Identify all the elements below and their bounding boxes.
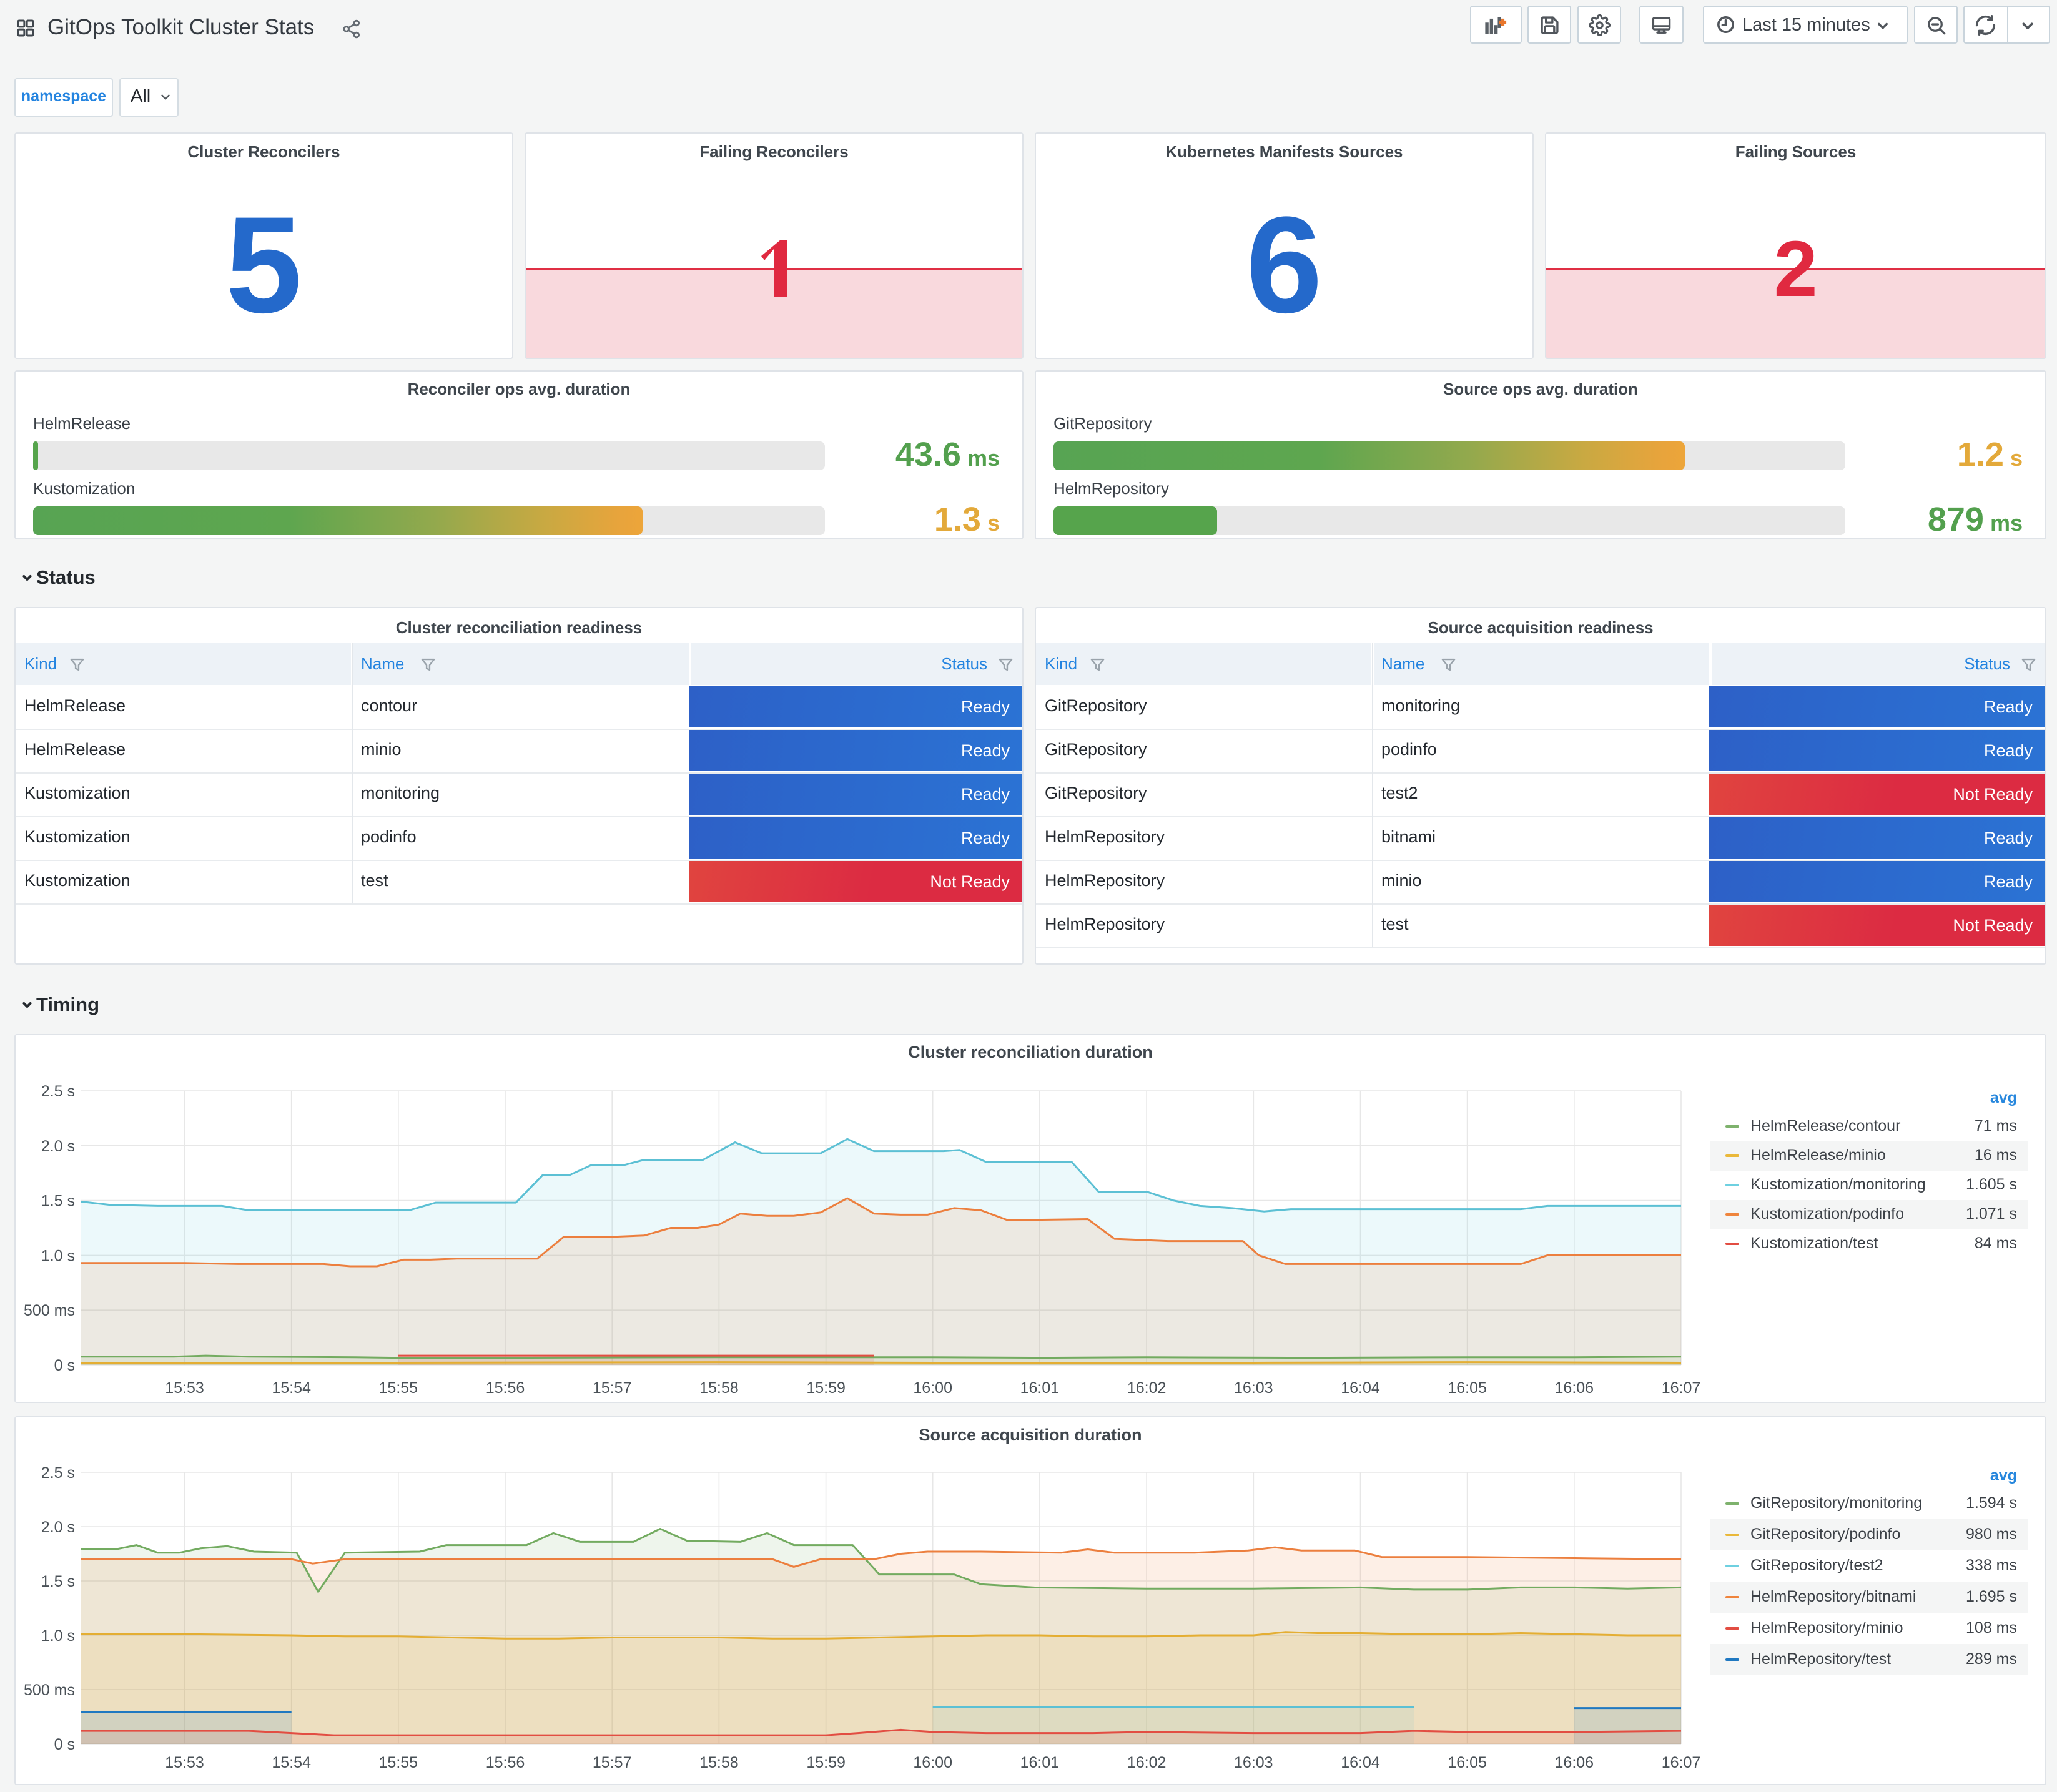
svg-text:15:58: 15:58 [699,1379,739,1397]
svg-text:16:03: 16:03 [1234,1754,1273,1771]
svg-text:2.0 s: 2.0 s [41,1519,75,1536]
svg-text:15:54: 15:54 [272,1379,311,1397]
svg-text:16:03: 16:03 [1234,1379,1273,1397]
svg-text:16:04: 16:04 [1341,1379,1380,1397]
svg-text:16:06: 16:06 [1555,1754,1594,1771]
svg-text:15:59: 15:59 [806,1754,846,1771]
svg-text:500 ms: 500 ms [24,1681,75,1699]
svg-text:15:55: 15:55 [379,1754,418,1771]
svg-text:16:05: 16:05 [1448,1754,1487,1771]
svg-text:1.5 s: 1.5 s [41,1193,75,1210]
svg-text:2.5 s: 2.5 s [41,1464,75,1482]
svg-text:16:05: 16:05 [1448,1379,1487,1397]
svg-text:1.0 s: 1.0 s [41,1247,75,1264]
svg-text:16:00: 16:00 [913,1379,952,1397]
svg-text:15:54: 15:54 [272,1754,311,1771]
svg-text:16:00: 16:00 [913,1754,952,1771]
svg-text:15:55: 15:55 [379,1379,418,1397]
svg-text:0 s: 0 s [54,1357,75,1374]
svg-text:0 s: 0 s [54,1736,75,1753]
svg-text:15:58: 15:58 [699,1754,739,1771]
svg-text:2.0 s: 2.0 s [41,1138,75,1155]
svg-text:1.0 s: 1.0 s [41,1627,75,1645]
svg-text:16:02: 16:02 [1127,1379,1167,1397]
svg-text:15:57: 15:57 [593,1754,632,1771]
svg-text:2.5 s: 2.5 s [41,1083,75,1100]
svg-text:15:57: 15:57 [593,1379,632,1397]
svg-text:16:07: 16:07 [1662,1754,1701,1771]
svg-text:16:07: 16:07 [1662,1379,1701,1397]
svg-text:1.5 s: 1.5 s [41,1573,75,1590]
svg-text:16:01: 16:01 [1020,1754,1060,1771]
svg-text:16:02: 16:02 [1127,1754,1167,1771]
svg-text:16:01: 16:01 [1020,1379,1060,1397]
svg-text:15:56: 15:56 [486,1379,525,1397]
svg-text:15:59: 15:59 [806,1379,846,1397]
svg-text:16:04: 16:04 [1341,1754,1380,1771]
svg-text:15:56: 15:56 [486,1754,525,1771]
svg-text:500 ms: 500 ms [24,1302,75,1319]
svg-text:15:53: 15:53 [165,1379,204,1397]
svg-text:15:53: 15:53 [165,1754,204,1771]
svg-text:16:06: 16:06 [1555,1379,1594,1397]
